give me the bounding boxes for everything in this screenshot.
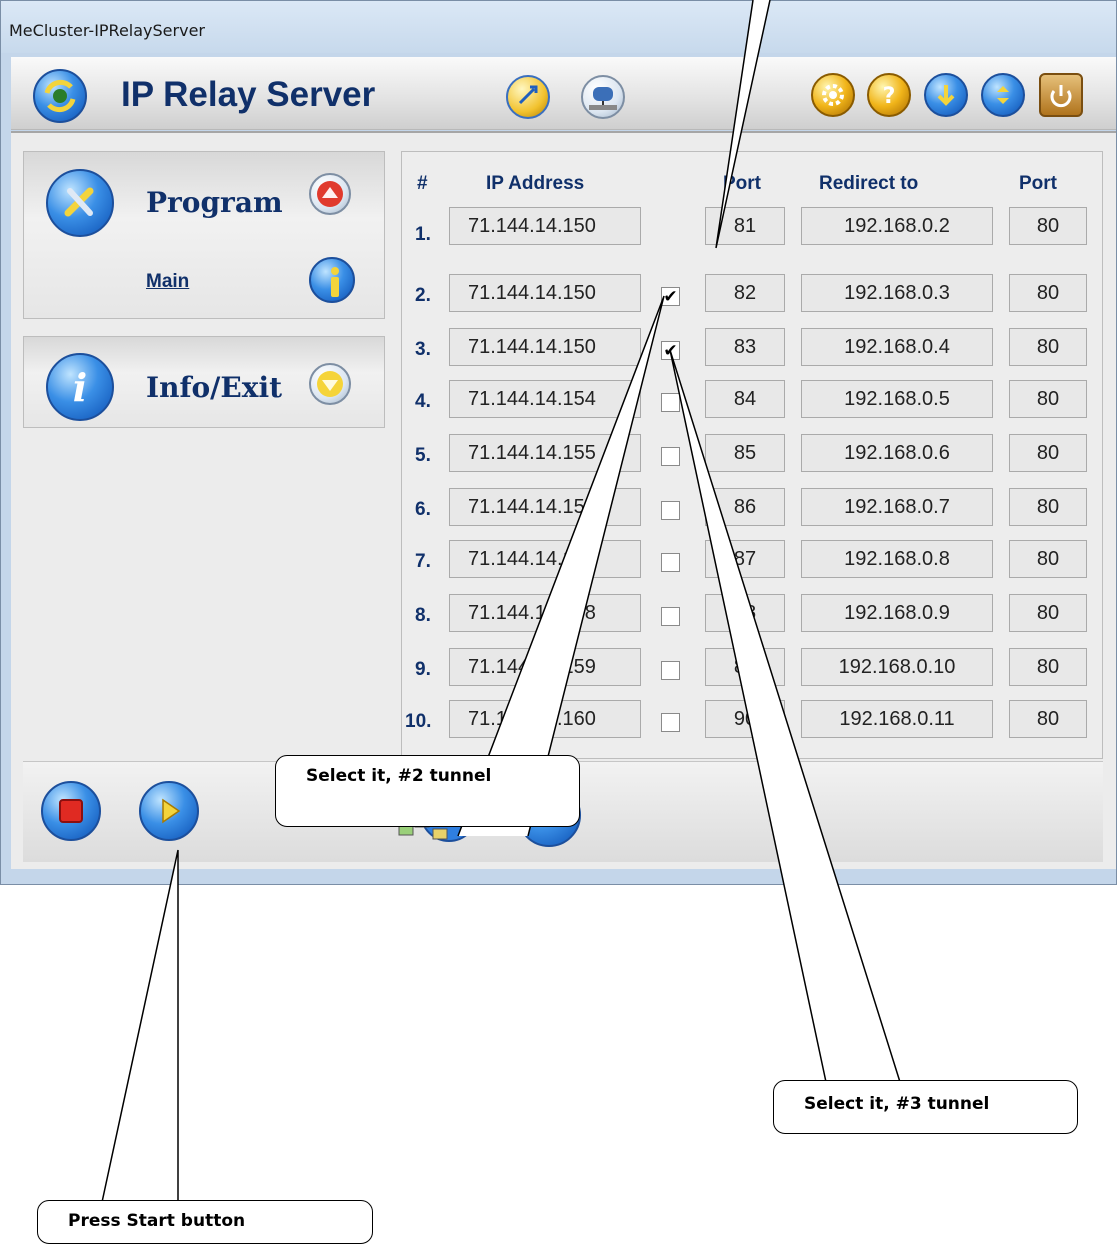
ip-address-field[interactable]: 71.144.14.159 bbox=[449, 648, 641, 686]
ip-address-field[interactable]: 71.144.14.157 bbox=[449, 540, 641, 578]
header-dest-port: Port bbox=[1019, 173, 1057, 194]
callout-text: Select it, #2 tunnel bbox=[306, 766, 492, 786]
row-number: 7. bbox=[415, 551, 431, 572]
info-exit-label[interactable]: Info/Exit bbox=[146, 371, 282, 404]
play-icon bbox=[162, 798, 181, 824]
port-field[interactable]: 86 bbox=[705, 488, 785, 526]
header-redirect-to: Redirect to bbox=[819, 173, 919, 194]
row-checkbox[interactable]: ✔ bbox=[661, 341, 680, 360]
redirect-field[interactable]: 192.168.0.11 bbox=[801, 700, 993, 738]
app-window: MeCluster-IPRelayServer IP Relay Server … bbox=[0, 0, 1117, 885]
row-number: 1. bbox=[415, 224, 431, 245]
redirect-field[interactable]: 192.168.0.2 bbox=[801, 207, 993, 245]
tools-icon[interactable] bbox=[46, 169, 114, 237]
row-checkbox[interactable] bbox=[661, 607, 680, 626]
port-field[interactable]: 88 bbox=[705, 594, 785, 632]
dest-port-field[interactable]: 80 bbox=[1009, 434, 1087, 472]
header-ip-address: IP Address bbox=[486, 173, 585, 194]
upload-icon[interactable] bbox=[981, 73, 1025, 117]
row-checkbox[interactable] bbox=[661, 553, 680, 572]
redirect-field[interactable]: 192.168.0.7 bbox=[801, 488, 993, 526]
row-checkbox[interactable] bbox=[661, 501, 680, 520]
start-button[interactable] bbox=[139, 781, 199, 841]
ip-address-field[interactable]: 71.144.14.150 bbox=[449, 328, 641, 366]
row-checkbox[interactable] bbox=[661, 447, 680, 466]
row-checkbox[interactable] bbox=[661, 393, 680, 412]
redirect-field[interactable]: 192.168.0.4 bbox=[801, 328, 993, 366]
redirect-field[interactable]: 192.168.0.8 bbox=[801, 540, 993, 578]
ip-address-field[interactable]: 71.144.14.150 bbox=[449, 274, 641, 312]
redirect-field[interactable]: 192.168.0.6 bbox=[801, 434, 993, 472]
port-field[interactable]: 84 bbox=[705, 380, 785, 418]
dest-port-field[interactable]: 80 bbox=[1009, 648, 1087, 686]
network-search-icon[interactable] bbox=[506, 75, 550, 119]
callout-text: Select it, #3 tunnel bbox=[804, 1094, 990, 1114]
dest-port-field[interactable]: 80 bbox=[1009, 274, 1087, 312]
window-title: MeCluster-IPRelayServer bbox=[9, 21, 205, 40]
main-link[interactable]: Main bbox=[146, 271, 189, 293]
row-number: 9. bbox=[415, 659, 431, 680]
dest-port-field[interactable]: 80 bbox=[1009, 488, 1087, 526]
port-field[interactable]: 82 bbox=[705, 274, 785, 312]
callout-select-tunnel-2: Select it, #2 tunnel bbox=[275, 755, 580, 827]
program-label[interactable]: Program bbox=[146, 186, 283, 219]
row-number: 8. bbox=[415, 605, 431, 626]
port-field[interactable]: 85 bbox=[705, 434, 785, 472]
row-number: 10. bbox=[405, 711, 432, 732]
app-header: IP Relay Server ? bbox=[11, 57, 1116, 130]
port-field[interactable]: 87 bbox=[705, 540, 785, 578]
callout-select-tunnel-3: Select it, #3 tunnel bbox=[773, 1080, 1078, 1134]
globe-refresh-icon bbox=[33, 69, 87, 123]
svg-text:i: i bbox=[73, 365, 87, 410]
redirect-field[interactable]: 192.168.0.9 bbox=[801, 594, 993, 632]
port-field[interactable]: 81 bbox=[705, 207, 785, 245]
dest-port-field[interactable]: 80 bbox=[1009, 540, 1087, 578]
info-user-icon[interactable] bbox=[309, 257, 355, 303]
row-checkbox[interactable]: ✔ bbox=[661, 287, 680, 306]
ip-address-field[interactable]: 71.144.14.156 bbox=[449, 488, 641, 526]
dest-port-field[interactable]: 80 bbox=[1009, 594, 1087, 632]
title-bar: MeCluster-IPRelayServer bbox=[1, 1, 1116, 53]
row-number: 6. bbox=[415, 499, 431, 520]
callout-text: Press Start button bbox=[68, 1211, 246, 1231]
arrow-up-icon[interactable] bbox=[309, 173, 351, 215]
dest-port-field[interactable]: 80 bbox=[1009, 380, 1087, 418]
ip-address-field[interactable]: 71.144.14.158 bbox=[449, 594, 641, 632]
row-checkbox[interactable] bbox=[661, 661, 680, 680]
power-icon[interactable] bbox=[1039, 73, 1083, 117]
download-icon[interactable] bbox=[924, 73, 968, 117]
redirect-field[interactable]: 192.168.0.10 bbox=[801, 648, 993, 686]
ip-address-field[interactable]: 71.144.14.155 bbox=[449, 434, 641, 472]
app-title: IP Relay Server bbox=[121, 75, 376, 114]
redirect-field[interactable]: 192.168.0.3 bbox=[801, 274, 993, 312]
dest-port-field[interactable]: 80 bbox=[1009, 328, 1087, 366]
header-number: # bbox=[417, 173, 428, 194]
info-icon[interactable]: i bbox=[46, 353, 114, 421]
callout-press-start: Press Start button bbox=[37, 1200, 373, 1244]
stop-icon bbox=[59, 799, 83, 823]
redirect-field[interactable]: 192.168.0.5 bbox=[801, 380, 993, 418]
ip-address-field[interactable]: 71.144.14.160 bbox=[449, 700, 641, 738]
row-number: 3. bbox=[415, 339, 431, 360]
network-drive-icon[interactable] bbox=[581, 75, 625, 119]
port-field[interactable]: 83 bbox=[705, 328, 785, 366]
ip-address-field[interactable]: 71.144.14.154 bbox=[449, 380, 641, 418]
arrow-down-icon[interactable] bbox=[309, 363, 351, 405]
port-field[interactable]: 89 bbox=[705, 648, 785, 686]
port-field[interactable]: 90 bbox=[705, 700, 785, 738]
help-icon[interactable]: ? bbox=[867, 73, 911, 117]
settings-icon[interactable] bbox=[811, 73, 855, 117]
header-port: Port bbox=[723, 173, 761, 194]
row-checkbox[interactable] bbox=[661, 713, 680, 732]
dest-port-field[interactable]: 80 bbox=[1009, 700, 1087, 738]
row-number: 5. bbox=[415, 445, 431, 466]
row-number: 2. bbox=[415, 285, 431, 306]
stop-button[interactable] bbox=[41, 781, 101, 841]
dest-port-field[interactable]: 80 bbox=[1009, 207, 1087, 245]
row-number: 4. bbox=[415, 391, 431, 412]
ip-address-field[interactable]: 71.144.14.150 bbox=[449, 207, 641, 245]
svg-text:?: ? bbox=[883, 84, 896, 109]
